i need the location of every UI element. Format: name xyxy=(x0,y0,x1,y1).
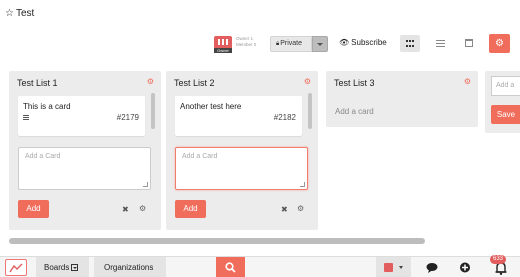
notification-count-badge: 633 xyxy=(490,255,507,264)
add-card-placeholder: Add a Card xyxy=(182,153,218,160)
card-title: This is a card xyxy=(23,102,71,111)
boards-label: Boards xyxy=(44,263,70,272)
add-card-button[interactable]: Add xyxy=(175,200,206,218)
lock-icon: 🔒︎ xyxy=(276,41,280,47)
user-menu-button[interactable] xyxy=(376,257,411,277)
subscribe-label: Subscribe xyxy=(351,38,387,47)
lists-area: Test List 1 ⚙ This is a card #2179 Add a… xyxy=(0,62,520,232)
list-test-list-2: Test List 2 ⚙ Another test here #2182 Ad… xyxy=(166,71,318,230)
member-count: Member 0 xyxy=(236,42,257,47)
topbar: ☆ Test xyxy=(0,0,520,30)
list-scrollbar[interactable] xyxy=(308,93,312,129)
list-test-list-1: Test List 1 ⚙ This is a card #2179 Add a… xyxy=(9,71,161,230)
owner-logo-icon xyxy=(218,39,228,45)
save-list-button[interactable]: Save xyxy=(491,105,520,124)
grid-view-button[interactable] xyxy=(400,35,420,52)
add-button[interactable] xyxy=(453,257,477,277)
list-gear-icon[interactable]: ⚙ xyxy=(147,77,154,86)
card-number: #2179 xyxy=(116,113,139,122)
organizations-label: Organizations xyxy=(104,263,154,272)
card-number: #2182 xyxy=(273,113,296,122)
chevron-down-icon xyxy=(399,266,403,269)
close-icon[interactable]: ✖ xyxy=(122,205,129,214)
list-scrollbar[interactable] xyxy=(151,93,155,129)
add-card-textarea[interactable]: Add a Card xyxy=(175,147,308,190)
board-title: ☆ Test xyxy=(5,8,34,19)
privacy-button[interactable]: 🔒︎Private xyxy=(270,36,312,52)
board-title-text: Test xyxy=(15,8,35,19)
list-header: Test List 2 ⚙ xyxy=(166,71,318,93)
subscribe-button[interactable]: 👁︎ Subscribe xyxy=(339,38,387,47)
new-list-input[interactable]: Add a xyxy=(491,76,520,96)
list-test-list-3: Test List 3 ⚙ Add a card xyxy=(326,71,478,127)
owner-avatar[interactable]: Owner xyxy=(214,36,232,53)
chat-icon xyxy=(426,263,438,273)
new-list-form: Add a Save xyxy=(485,71,520,133)
search-icon xyxy=(225,262,236,273)
list-title[interactable]: Test List 3 xyxy=(334,78,375,88)
privacy-label: Private xyxy=(280,40,302,47)
plus-circle-icon xyxy=(460,262,470,273)
owner-tag: Owner xyxy=(214,48,232,53)
chat-button[interactable] xyxy=(420,257,444,277)
gear-icon: ⚙ xyxy=(495,38,504,49)
list-gear-icon[interactable]: ⚙ xyxy=(464,77,471,86)
list-header: Test List 3 ⚙ xyxy=(326,71,478,93)
list-header: Test List 1 ⚙ xyxy=(9,71,161,93)
board-toolbar: Owner Owner 1 Member 0 🔒︎Private 👁︎ Subsc… xyxy=(0,30,520,60)
add-card-button[interactable]: Add xyxy=(18,200,49,218)
eye-icon: 👁︎ xyxy=(339,38,350,47)
calendar-view-icon[interactable] xyxy=(465,39,473,47)
close-icon[interactable]: ✖ xyxy=(281,205,288,214)
add-card-textarea[interactable]: Add a Card xyxy=(18,147,151,190)
list-title[interactable]: Test List 2 xyxy=(174,78,215,88)
description-icon xyxy=(23,115,29,120)
resize-handle-icon[interactable] xyxy=(143,182,148,187)
organizations-button[interactable]: Organizations xyxy=(94,257,166,277)
owner-info: Owner 1 Member 0 xyxy=(236,36,256,48)
dropdown-icon xyxy=(71,264,79,271)
activity-chart-icon xyxy=(9,263,23,273)
resize-handle-icon[interactable] xyxy=(300,182,305,187)
avatar xyxy=(384,263,393,272)
grid-view-icon xyxy=(406,40,414,47)
add-card-link[interactable]: Add a card xyxy=(335,107,374,116)
star-icon[interactable]: ☆ xyxy=(5,8,14,19)
card-title: Another test here xyxy=(180,102,242,111)
list-view-icon[interactable] xyxy=(436,40,445,47)
boards-menu-button[interactable]: Boards xyxy=(36,257,89,277)
list-gear-icon[interactable]: ⚙ xyxy=(304,77,311,86)
board-settings-button[interactable]: ⚙ xyxy=(489,34,510,53)
privacy-dropdown-chevron-icon[interactable] xyxy=(312,36,328,52)
card[interactable]: This is a card #2179 xyxy=(18,96,145,136)
gear-icon[interactable]: ⚙ xyxy=(297,204,304,213)
search-button[interactable] xyxy=(216,257,245,277)
list-title[interactable]: Test List 1 xyxy=(17,78,58,88)
bottom-bar: Boards Organizations 633 xyxy=(0,255,520,277)
gear-icon[interactable]: ⚙ xyxy=(139,204,146,213)
add-card-placeholder: Add a Card xyxy=(25,153,61,160)
card[interactable]: Another test here #2182 xyxy=(175,96,302,136)
home-button[interactable] xyxy=(5,259,27,276)
horizontal-scrollbar[interactable] xyxy=(9,238,425,244)
